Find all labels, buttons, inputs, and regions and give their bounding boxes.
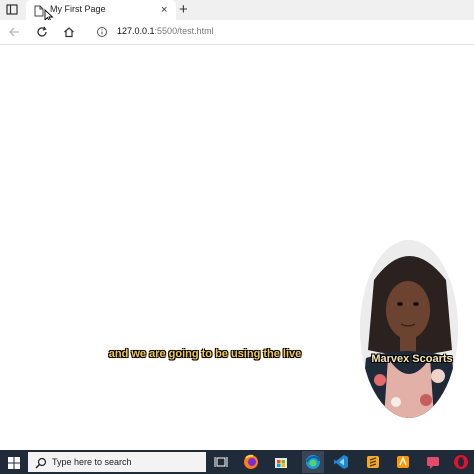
search-icon <box>35 456 47 474</box>
back-arrow-icon[interactable] <box>6 24 22 40</box>
browser-toolbar: 127.0.0.1:5500/test.html <box>0 20 474 45</box>
task-view-icon[interactable] <box>212 453 230 471</box>
windows-start-icon[interactable] <box>8 456 20 469</box>
new-tab-button[interactable]: + <box>179 2 188 18</box>
presenter-video <box>360 240 458 418</box>
chat-icon[interactable] <box>424 453 442 471</box>
tab-title: My First Page <box>50 4 106 14</box>
tab-close-button[interactable]: × <box>161 3 167 17</box>
address-bar[interactable]: 127.0.0.1:5500/test.html <box>117 26 214 36</box>
home-icon[interactable] <box>61 24 77 40</box>
url-host: 127.0.0.1 <box>117 26 155 36</box>
site-info-icon[interactable] <box>94 24 110 40</box>
sublime-icon[interactable] <box>364 453 382 471</box>
vscode-icon[interactable] <box>332 453 350 471</box>
edge-icon[interactable] <box>302 451 324 473</box>
search-placeholder: Type here to search <box>52 457 132 467</box>
opera-icon[interactable] <box>452 453 470 471</box>
url-path: :5500/test.html <box>154 26 214 36</box>
refresh-icon[interactable] <box>34 24 50 40</box>
video-caption: and we are going to be using the live <box>108 348 302 360</box>
page-icon <box>34 4 44 17</box>
store-icon[interactable] <box>272 453 290 471</box>
firefox-icon[interactable] <box>242 453 260 471</box>
browser-tab-strip: My First Page × + <box>0 0 474 20</box>
tab-actions-icon[interactable] <box>6 4 18 15</box>
taskbar-search-input[interactable]: Type here to search <box>28 452 206 472</box>
app-icon[interactable] <box>394 453 412 471</box>
taskbar: Type here to search <box>0 450 474 474</box>
